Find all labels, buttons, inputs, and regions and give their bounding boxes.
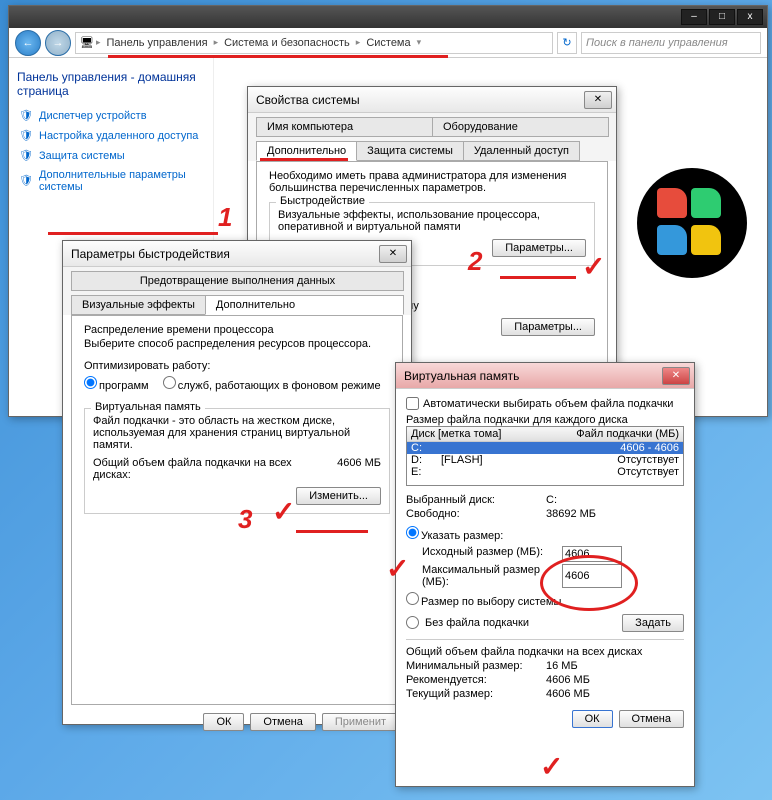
- sysprops-titlebar: Свойства системы ✕: [248, 87, 616, 113]
- sidebar-device-manager[interactable]: 🛡Диспетчер устройств: [17, 106, 205, 126]
- vmem-group: Виртуальная память Файл подкачки - это о…: [84, 408, 390, 514]
- tab-advanced[interactable]: Дополнительно: [256, 141, 357, 161]
- radio-custom-size[interactable]: Указать размер:: [406, 526, 503, 542]
- forward-button[interactable]: →: [45, 30, 71, 56]
- apply-button[interactable]: Применит: [322, 713, 399, 731]
- close-button[interactable]: x: [737, 9, 763, 25]
- set-button[interactable]: Задать: [622, 614, 684, 632]
- auto-manage-label: Автоматически выбирать объем файла подка…: [423, 398, 673, 410]
- shield-icon: 🛡: [19, 109, 33, 123]
- crumb-system[interactable]: Система: [362, 37, 414, 49]
- opt-label: Оптимизировать работу:: [84, 360, 390, 372]
- close-button[interactable]: ✕: [379, 245, 407, 263]
- radio-no-paging[interactable]: Без файла подкачки: [406, 616, 529, 629]
- tab-remote[interactable]: Удаленный доступ: [463, 141, 580, 161]
- sidebar-remote-access[interactable]: 🛡Настройка удаленного доступа: [17, 126, 205, 146]
- back-button[interactable]: ←: [15, 30, 41, 56]
- breadcrumb[interactable]: 🖥 ▸ Панель управления ▸ Система и безопа…: [75, 32, 553, 54]
- sidebar-title[interactable]: Панель управления - домашняя страница: [17, 70, 205, 98]
- cancel-button[interactable]: Отмена: [250, 713, 315, 731]
- tab-visual-effects[interactable]: Визуальные эффекты: [71, 295, 206, 315]
- cancel-button[interactable]: Отмена: [619, 710, 684, 728]
- drive-row-c[interactable]: C:4606 - 4606: [407, 442, 683, 454]
- tab-advanced[interactable]: Дополнительно: [205, 295, 404, 315]
- sysprops-intro: Необходимо иметь права администратора дл…: [269, 170, 595, 194]
- perf-title: Параметры быстродействия: [67, 247, 379, 261]
- radio-services[interactable]: служб, работающих в фоновом режиме: [163, 376, 381, 392]
- sched-desc: Выберите способ распределения ресурсов п…: [84, 338, 390, 350]
- vmem-group-title: Виртуальная память: [91, 401, 205, 413]
- sysprops-title: Свойства системы: [252, 93, 584, 107]
- auto-manage-checkbox[interactable]: [406, 397, 419, 410]
- tab-protection[interactable]: Защита системы: [356, 141, 464, 161]
- radio-programs[interactable]: программ: [84, 376, 149, 392]
- change-vmem-button[interactable]: Изменить...: [296, 487, 381, 505]
- tab-hardware[interactable]: Оборудование: [432, 117, 609, 137]
- perf-tabs-row2: Визуальные эффекты Дополнительно: [63, 291, 411, 315]
- perf-tabs-row1: Предотвращение выполнения данных: [63, 267, 411, 291]
- sysprops-tabs-row2: Дополнительно Защита системы Удаленный д…: [248, 137, 616, 161]
- minimize-button[interactable]: –: [681, 9, 707, 25]
- tab-computer-name[interactable]: Имя компьютера: [256, 117, 433, 137]
- drive-list[interactable]: Диск [метка тома]Файл подкачки (МБ) C:46…: [406, 426, 684, 486]
- computer-icon: 🖥: [80, 36, 94, 49]
- main-titlebar: – □ x: [9, 6, 767, 28]
- shield-icon: 🛡: [19, 149, 33, 163]
- totals-title: Общий объем файла подкачки на всех диска…: [406, 646, 684, 658]
- shield-icon: 🛡: [19, 174, 33, 188]
- tab-dep[interactable]: Предотвращение выполнения данных: [71, 271, 404, 291]
- ok-button[interactable]: ОК: [203, 713, 244, 731]
- search-input[interactable]: Поиск в панели управления: [581, 32, 761, 54]
- performance-options-window: Параметры быстродействия ✕ Предотвращени…: [62, 240, 412, 725]
- profiles-settings-button[interactable]: Параметры...: [501, 318, 595, 336]
- crumb-security[interactable]: Система и безопасность: [220, 37, 354, 49]
- vmem-title: Виртуальная память: [400, 369, 662, 383]
- perf-titlebar: Параметры быстродействия ✕: [63, 241, 411, 267]
- max-size-input[interactable]: [562, 564, 622, 588]
- perf-settings-button[interactable]: Параметры...: [492, 239, 586, 257]
- sched-title: Распределение времени процессора: [84, 324, 390, 336]
- virtual-memory-window: Виртуальная память ✕ Автоматически выбир…: [395, 362, 695, 787]
- vmem-body: Автоматически выбирать объем файла подка…: [396, 389, 694, 736]
- drive-row-e[interactable]: E:Отсутствует: [407, 466, 683, 478]
- vmem-total-value: 4606 МБ: [337, 457, 381, 481]
- sidebar-system-protection[interactable]: 🛡Защита системы: [17, 146, 205, 166]
- maximize-button[interactable]: □: [709, 9, 735, 25]
- vmem-desc: Файл подкачки - это область на жестком д…: [93, 415, 381, 451]
- ok-button[interactable]: ОК: [572, 710, 613, 728]
- close-button[interactable]: ✕: [662, 367, 690, 385]
- address-bar: ← → 🖥 ▸ Панель управления ▸ Система и бе…: [9, 28, 767, 58]
- windows-logo: [637, 168, 747, 278]
- drive-row-d[interactable]: D:[FLASH]Отсутствует: [407, 454, 683, 466]
- vmem-titlebar: Виртуальная память ✕: [396, 363, 694, 389]
- per-drive-label: Размер файла подкачки для каждого диска: [406, 414, 684, 426]
- close-button[interactable]: ✕: [584, 91, 612, 109]
- shield-icon: 🛡: [19, 129, 33, 143]
- crumb-control-panel[interactable]: Панель управления: [103, 37, 212, 49]
- refresh-button[interactable]: ↻: [557, 32, 577, 54]
- perf-desc: Визуальные эффекты, использование процес…: [278, 209, 586, 233]
- initial-size-input[interactable]: [562, 546, 622, 562]
- radio-system-managed[interactable]: Размер по выбору системы: [406, 592, 561, 608]
- sidebar-advanced-system[interactable]: 🛡Дополнительные параметры системы: [17, 166, 205, 196]
- vmem-total-label: Общий объем файла подкачки на всех диска…: [93, 457, 293, 481]
- perf-group-title: Быстродействие: [276, 195, 369, 207]
- sysprops-tabs-row1: Имя компьютера Оборудование: [248, 113, 616, 137]
- perf-body: Распределение времени процессора Выберит…: [71, 315, 403, 705]
